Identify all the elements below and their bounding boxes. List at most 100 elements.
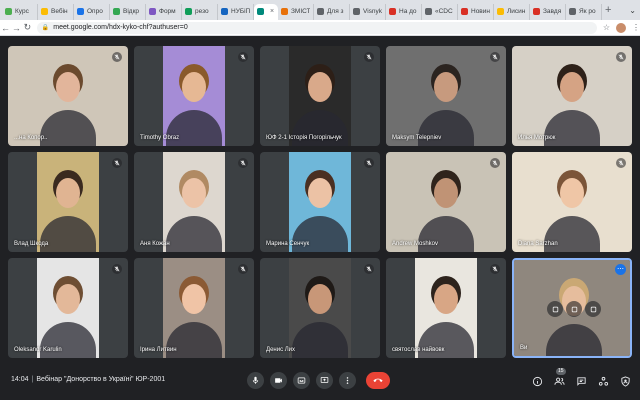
chat-button[interactable] — [574, 374, 588, 388]
mic-off-icon — [238, 264, 248, 274]
participant-name: святослав найвовк — [392, 347, 445, 353]
browser-tab[interactable]: резо — [182, 3, 218, 20]
tab-favicon-icon — [497, 8, 504, 15]
present-icon — [320, 377, 329, 383]
meeting-control-bar: 14:04 | Вебінар "Донорство в Україні" ЮР-2… — [0, 362, 640, 400]
browser-tab[interactable]: Опрo — [74, 3, 110, 20]
url-text: meet.google.com/hdx-kyko-chf?authuser=0 — [53, 24, 188, 31]
browser-tab[interactable]: НУБіП — [218, 3, 254, 20]
participant-name: Денис Лих — [266, 347, 296, 353]
participant-video — [289, 152, 351, 252]
forward-icon[interactable]: → — [11, 23, 22, 33]
participant-face — [560, 72, 584, 102]
mic-off-icon — [616, 52, 626, 62]
browser-menu-icon[interactable]: ⋮ — [632, 23, 640, 32]
close-tab-icon[interactable]: × — [270, 8, 274, 15]
participant-tile[interactable]: Влад Шкода — [8, 152, 128, 252]
tab-favicon-icon — [389, 8, 396, 15]
leave-call-button[interactable] — [366, 372, 390, 389]
browser-tab[interactable]: Завдя — [530, 3, 566, 20]
browser-tab[interactable]: Новин — [458, 3, 494, 20]
activities-icon — [598, 376, 608, 386]
participant-tile[interactable]: Ірина Литвин — [134, 258, 254, 358]
tab-favicon-icon — [569, 8, 576, 15]
participant-tile[interactable]: Diana Sarzhan — [512, 152, 632, 252]
browser-tab[interactable]: Лисин — [494, 3, 530, 20]
pin-icon[interactable] — [547, 301, 563, 317]
frame-icon[interactable] — [566, 301, 582, 317]
tab-label: «СDС — [435, 8, 453, 15]
participant-name: Влад Шкода — [14, 241, 49, 247]
browser-tab[interactable]: Відкр — [110, 3, 146, 20]
star-icon[interactable]: ☆ — [603, 23, 610, 32]
browser-tab[interactable]: × — [254, 3, 278, 20]
back-icon[interactable]: ← — [0, 23, 11, 33]
activities-button[interactable] — [596, 374, 610, 388]
participant-tile[interactable]: Oleksandr Karulin — [8, 258, 128, 358]
meeting-details-button[interactable] — [530, 374, 544, 388]
participant-video — [37, 152, 99, 252]
tab-favicon-icon — [41, 8, 48, 15]
captions-icon — [297, 377, 306, 384]
remove-icon[interactable] — [585, 301, 601, 317]
participant-name: Diana Sarzhan — [518, 241, 558, 247]
profile-avatar[interactable] — [615, 22, 626, 33]
participant-name: Oleksandr Karulin — [14, 347, 62, 353]
mic-off-icon — [238, 158, 248, 168]
participant-tile[interactable]: Илья Мотрюк — [512, 46, 632, 146]
participant-tile[interactable]: Аня Кожан — [134, 152, 254, 252]
browser-tab[interactable]: Для з — [314, 3, 350, 20]
self-tile-more-icon[interactable]: ⋯ — [615, 264, 626, 275]
chat-icon — [576, 376, 586, 386]
participant-name: Andrew Moshkov — [392, 241, 439, 247]
hangup-icon — [373, 378, 383, 382]
host-controls-button[interactable] — [618, 374, 632, 388]
tab-favicon-icon — [221, 8, 228, 15]
mic-off-icon — [238, 52, 248, 62]
present-button[interactable] — [316, 372, 333, 389]
browser-tab[interactable]: ЗМІСТ — [278, 3, 314, 20]
participant-tile[interactable]: Денис Лих — [260, 258, 380, 358]
participant-tile[interactable]: ...на Копор.. — [8, 46, 128, 146]
participant-video — [415, 258, 477, 358]
participant-tile[interactable]: Maksym Telepniev — [386, 46, 506, 146]
participant-tile[interactable]: святослав найвовк — [386, 258, 506, 358]
url-field[interactable]: 🔒 meet.google.com/hdx-kyko-chf?authuser=… — [36, 21, 597, 34]
participant-video — [163, 152, 225, 252]
more-options-button[interactable] — [339, 372, 356, 389]
participant-tile[interactable]: ЮФ 2-1 Історія Погорільчук — [260, 46, 380, 146]
tab-search-icon[interactable]: ⌄ — [629, 6, 640, 15]
camera-button[interactable] — [270, 372, 287, 389]
browser-tab[interactable]: На до — [386, 3, 422, 20]
tab-favicon-icon — [317, 8, 324, 15]
participant-tile[interactable]: Марина Сенчук — [260, 152, 380, 252]
browser-tab[interactable]: Visnyk — [350, 3, 386, 20]
tab-label: Вебін — [51, 8, 68, 15]
participant-face — [56, 178, 80, 208]
participant-tile[interactable]: Andrew Moshkov — [386, 152, 506, 252]
camera-icon — [275, 378, 282, 383]
tab-label: Опрo — [87, 8, 103, 15]
browser-tab[interactable]: Як ро — [566, 3, 602, 20]
captions-button[interactable] — [293, 372, 310, 389]
participant-name: Maksym Telepniev — [392, 135, 442, 141]
self-video-tile[interactable]: ⋯ Ви — [512, 258, 632, 358]
participant-video — [163, 46, 225, 146]
browser-tab[interactable]: Форм — [146, 3, 182, 20]
participant-body — [166, 216, 222, 252]
mic-button[interactable] — [247, 372, 264, 389]
people-icon — [553, 377, 565, 385]
participant-video — [163, 258, 225, 358]
participant-name: Timothy Obraz — [140, 135, 180, 141]
browser-tab[interactable]: Вебін — [38, 3, 74, 20]
browser-tab[interactable]: «СDС — [422, 3, 458, 20]
people-button[interactable]: 15 — [552, 368, 566, 388]
participant-video — [37, 258, 99, 358]
participant-face — [182, 178, 206, 208]
participant-tile[interactable]: Timothy Obraz — [134, 46, 254, 146]
browser-tab[interactable]: Курс — [2, 3, 38, 20]
reload-icon[interactable]: ↻ — [22, 22, 33, 33]
participant-video — [512, 46, 632, 146]
new-tab-icon[interactable]: + — [605, 4, 611, 16]
self-tile-tools — [547, 301, 601, 317]
